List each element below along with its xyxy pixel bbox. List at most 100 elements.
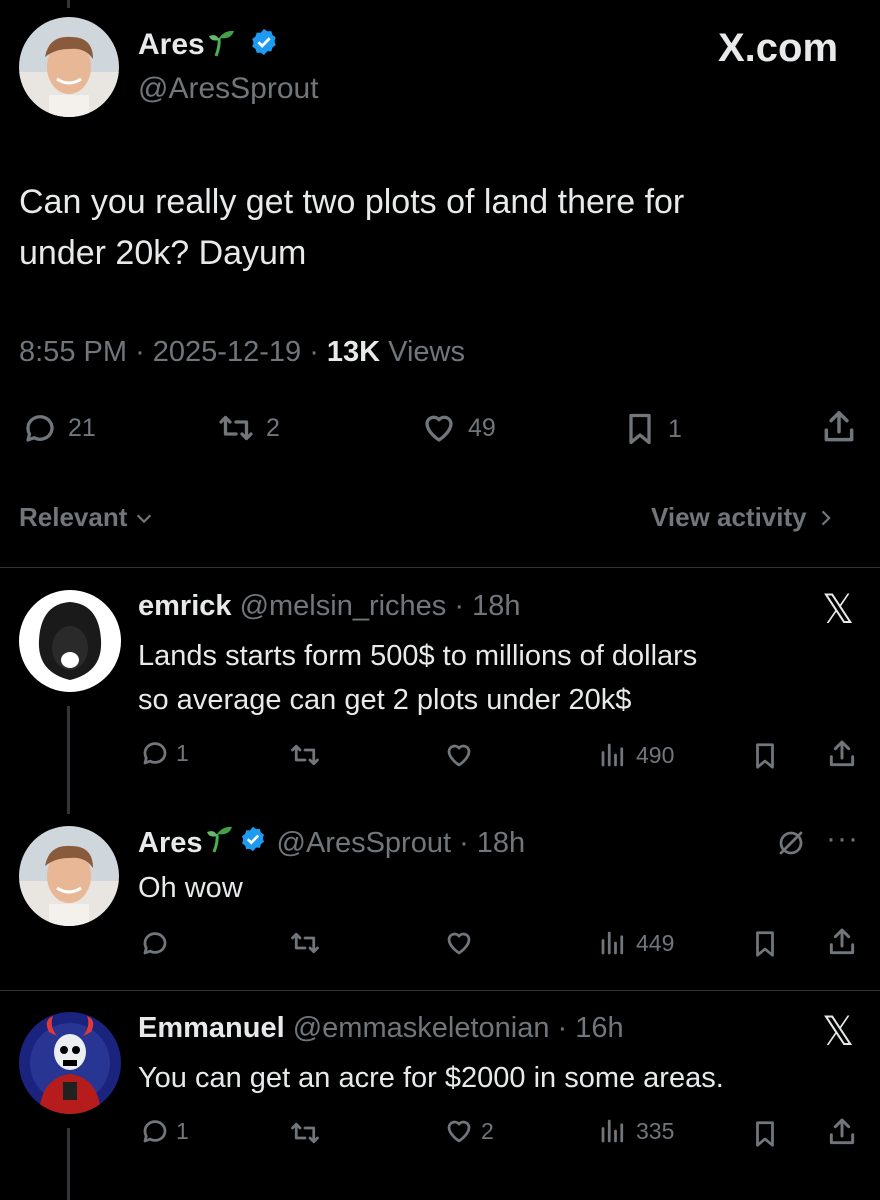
reply-button[interactable]: 1 bbox=[140, 738, 189, 768]
separator-dot: · bbox=[135, 336, 153, 368]
separator-dot: · bbox=[451, 826, 477, 859]
like-button[interactable] bbox=[443, 928, 475, 958]
reply-count: 21 bbox=[68, 413, 96, 442]
views-button[interactable]: 335 bbox=[598, 1116, 674, 1146]
bookmark-button[interactable] bbox=[750, 928, 780, 960]
avatar[interactable] bbox=[19, 1012, 121, 1114]
share-button[interactable] bbox=[826, 738, 858, 770]
reply-author-name[interactable]: Emmanuel bbox=[138, 1012, 285, 1044]
view-activity-label: View activity bbox=[651, 502, 807, 532]
tweet-meta-row: 8:55 PM · 2025-12-19 · 13K Views bbox=[19, 336, 465, 369]
bookmark-icon bbox=[756, 1121, 774, 1147]
repost-count: 2 bbox=[266, 413, 280, 442]
repost-icon bbox=[291, 932, 319, 954]
reply-header: emrick @melsin_riches · 18h bbox=[138, 590, 520, 623]
reply-icon bbox=[143, 1120, 167, 1143]
views-label: Views bbox=[388, 336, 466, 368]
repost-button[interactable] bbox=[288, 928, 322, 958]
like-count: 2 bbox=[481, 1117, 494, 1144]
repost-button[interactable] bbox=[288, 1118, 322, 1148]
analytics-icon bbox=[601, 1119, 624, 1143]
thread-line bbox=[67, 706, 70, 814]
reply-count: 1 bbox=[176, 1117, 189, 1144]
reply-text-line-1: You can get an acre for $2000 in some ar… bbox=[138, 1062, 724, 1094]
reply-text-line-2: so average can get 2 plots under 20k$ bbox=[138, 684, 632, 716]
bookmark-count: 1 bbox=[668, 414, 682, 443]
share-button[interactable] bbox=[826, 1116, 858, 1148]
reply-icon bbox=[26, 415, 54, 442]
bookmark-icon bbox=[756, 931, 774, 957]
analytics-icon bbox=[601, 931, 624, 955]
heart-icon bbox=[447, 744, 471, 767]
reply-button[interactable]: 1 bbox=[140, 1116, 189, 1146]
repost-icon bbox=[291, 1122, 319, 1144]
thread-line-top bbox=[67, 0, 70, 8]
heart-icon bbox=[447, 1120, 471, 1143]
bookmark-button[interactable]: 1 bbox=[622, 410, 682, 448]
tweet-date[interactable]: 2025-12-19 bbox=[153, 336, 301, 368]
tweet-text-line-2: under 20k? Dayum bbox=[19, 234, 307, 272]
bookmark-button[interactable] bbox=[750, 740, 780, 772]
views-count: 335 bbox=[636, 1117, 675, 1144]
repost-icon bbox=[219, 415, 253, 441]
sort-label: Relevant bbox=[19, 502, 128, 532]
avatar[interactable] bbox=[19, 590, 121, 692]
separator-dot: · bbox=[446, 590, 473, 622]
reply-author-name[interactable]: emrick bbox=[138, 590, 232, 622]
views-button[interactable]: 490 bbox=[598, 740, 674, 770]
verified-badge-icon bbox=[249, 27, 279, 65]
more-options-icon[interactable]: ··· bbox=[826, 822, 859, 856]
slash-circle-icon bbox=[779, 831, 803, 855]
thread-line bbox=[67, 1128, 70, 1200]
views-count: 490 bbox=[636, 741, 675, 768]
chevron-right-icon bbox=[821, 510, 831, 525]
reply-icon bbox=[143, 742, 167, 765]
site-logo: X.com bbox=[718, 26, 839, 70]
tweet-time[interactable]: 8:55 PM bbox=[19, 336, 127, 368]
reply-button[interactable] bbox=[140, 928, 170, 958]
like-button[interactable] bbox=[443, 740, 475, 770]
reply-author-name[interactable]: Ares bbox=[138, 827, 203, 860]
tweet-text-line-1: Can you really get two plots of land the… bbox=[19, 183, 685, 221]
repost-button[interactable]: 2 bbox=[216, 410, 280, 446]
avatar[interactable] bbox=[19, 17, 119, 117]
avatar[interactable] bbox=[19, 826, 119, 926]
view-activity-link[interactable]: View activity bbox=[651, 502, 835, 533]
reply-age[interactable]: 16h bbox=[575, 1012, 623, 1044]
x-logo-icon: 𝕏 bbox=[822, 588, 855, 632]
reply-age[interactable]: 18h bbox=[472, 590, 520, 622]
heart-icon bbox=[425, 415, 453, 442]
reply-text-line-1: Oh wow bbox=[138, 872, 243, 904]
reply-header: Ares @AresSprout · 18h bbox=[138, 824, 525, 862]
reply-button[interactable]: 21 bbox=[22, 410, 96, 446]
repost-icon bbox=[291, 744, 319, 766]
reply-author-handle[interactable]: @AresSprout bbox=[277, 827, 452, 860]
author-handle[interactable]: @AresSprout bbox=[138, 72, 319, 106]
like-button[interactable]: 49 bbox=[420, 410, 496, 446]
verified-badge-icon bbox=[239, 825, 267, 861]
sprout-emoji-icon bbox=[207, 28, 237, 66]
reply-header: Emmanuel @emmaskeletonian · 16h bbox=[138, 1012, 624, 1045]
reply-icon bbox=[143, 932, 167, 955]
share-icon bbox=[829, 740, 855, 767]
divider bbox=[0, 990, 880, 991]
hidden-reply-button[interactable] bbox=[776, 828, 806, 858]
views-button[interactable]: 449 bbox=[598, 928, 674, 958]
analytics-icon bbox=[601, 743, 624, 767]
bookmark-button[interactable] bbox=[750, 1118, 780, 1150]
share-icon bbox=[824, 411, 854, 442]
reply-author-handle[interactable]: @emmaskeletonian bbox=[293, 1012, 550, 1044]
separator-dot: · bbox=[549, 1012, 576, 1044]
like-count: 49 bbox=[468, 413, 496, 442]
like-button[interactable]: 2 bbox=[443, 1116, 494, 1146]
repost-button[interactable] bbox=[288, 740, 322, 770]
share-icon bbox=[829, 928, 855, 955]
share-button[interactable] bbox=[820, 408, 858, 446]
views-count: 13K bbox=[326, 336, 381, 368]
author-name[interactable]: Ares bbox=[138, 28, 205, 61]
reply-age[interactable]: 18h bbox=[477, 827, 525, 860]
sort-dropdown[interactable]: Relevant bbox=[19, 502, 155, 533]
reply-author-handle[interactable]: @melsin_riches bbox=[240, 590, 447, 622]
share-button[interactable] bbox=[826, 926, 858, 958]
chevron-down-icon bbox=[137, 513, 152, 523]
